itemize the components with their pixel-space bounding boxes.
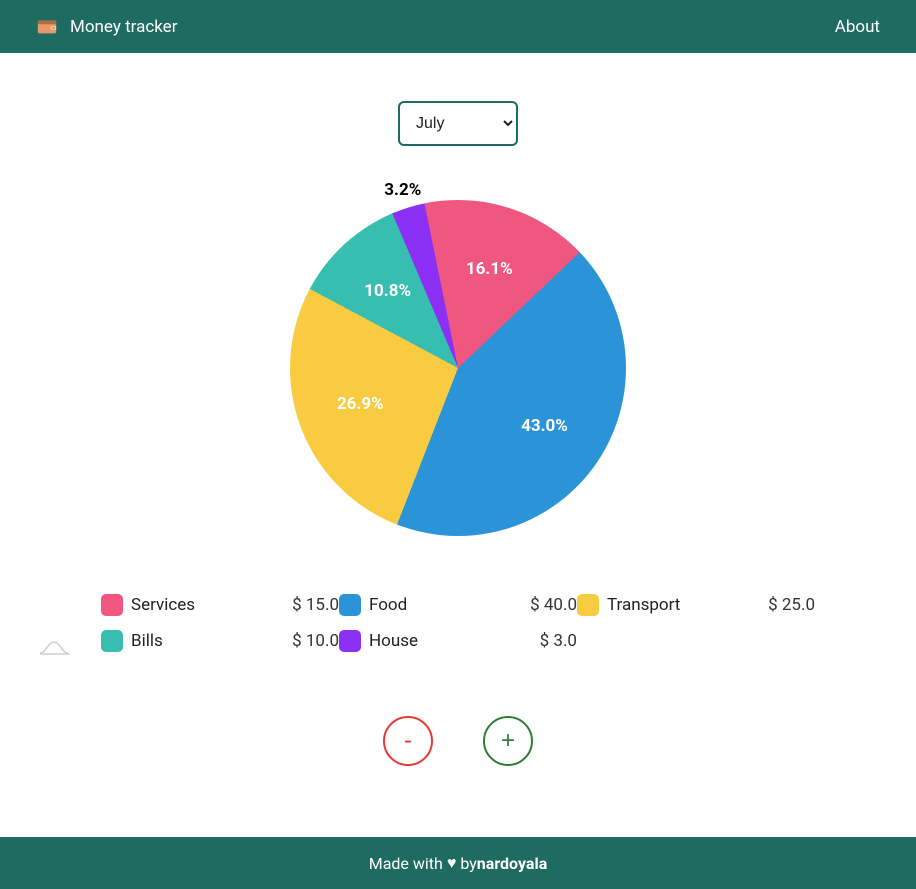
legend-name: Food (369, 595, 530, 615)
legend-name: Services (131, 595, 292, 615)
footer-prefix: Made with (369, 854, 443, 873)
pie-slice-label: 26.9% (337, 394, 384, 414)
legend-amount: $ 3.0 (540, 631, 577, 651)
app-header: Money tracker About (0, 0, 916, 53)
pie-slice-label: 3.2% (384, 180, 421, 200)
footer-by: by (460, 854, 476, 873)
legend-swatch (339, 630, 361, 652)
legend-swatch (339, 594, 361, 616)
legend: Services$ 15.0Food$ 40.0Transport$ 25.0B… (101, 594, 815, 652)
legend-name: House (369, 631, 540, 651)
legend-item: Bills$ 10.0 (101, 630, 339, 652)
legend-swatch (101, 630, 123, 652)
legend-amount: $ 10.0 (292, 631, 339, 651)
nav-about[interactable]: About (835, 17, 880, 37)
footer: Made with ♥ by nardoyala (0, 837, 916, 889)
main: July 16.1%43.0%26.9%10.8%3.2% Services$ … (0, 53, 916, 837)
subtract-button[interactable]: - (383, 716, 433, 766)
pie-slice-label: 10.8% (364, 281, 411, 301)
actions: - + (383, 716, 533, 766)
legend-item: Transport$ 25.0 (577, 594, 815, 616)
legend-amount: $ 25.0 (768, 595, 815, 615)
heart-icon: ♥ (447, 853, 457, 873)
legend-amount: $ 40.0 (530, 595, 577, 615)
brand-title: Money tracker (70, 17, 177, 37)
pie-slice-label: 16.1% (466, 259, 513, 279)
pie-chart: 16.1% 43.0% 26.9% 10.8% 3.2% (290, 176, 626, 536)
legend-item: Food$ 40.0 (339, 594, 577, 616)
pie (290, 200, 626, 536)
footer-author-link[interactable]: nardoyala (477, 854, 547, 873)
nav: About (835, 17, 880, 37)
legend-item: Services$ 15.0 (101, 594, 339, 616)
brand[interactable]: Money tracker (36, 16, 177, 38)
wallet-icon (36, 16, 58, 38)
legend-name: Bills (131, 631, 292, 651)
legend-swatch (577, 594, 599, 616)
legend-name: Transport (607, 595, 768, 615)
legend-item: House$ 3.0 (339, 630, 577, 652)
legend-swatch (101, 594, 123, 616)
month-select-wrap: July (398, 101, 518, 146)
month-select[interactable]: July (398, 101, 518, 146)
add-button[interactable]: + (483, 716, 533, 766)
pie-slice-label: 43.0% (521, 416, 568, 436)
legend-amount: $ 15.0 (292, 595, 339, 615)
